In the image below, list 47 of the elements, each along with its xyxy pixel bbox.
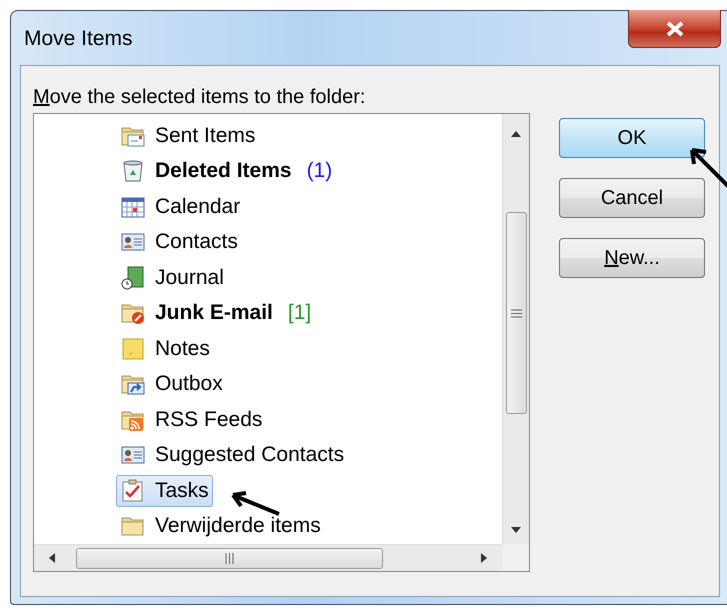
scroll-down-icon[interactable] xyxy=(510,526,522,534)
folder-item[interactable]: Junk E-mail [1] xyxy=(116,297,316,330)
dialog-button[interactable]: New... xyxy=(559,238,705,278)
dialog-button[interactable]: OK xyxy=(559,118,705,158)
folder-name: Contacts xyxy=(155,230,238,254)
folder-name: RSS Feeds xyxy=(155,408,262,432)
folder-name: Calendar xyxy=(155,194,240,219)
note-icon xyxy=(120,336,146,362)
folder-name: Notes xyxy=(155,336,210,361)
folder-item[interactable]: Verwijderde items xyxy=(116,510,325,542)
dialog-button[interactable]: Cancel xyxy=(559,178,705,218)
folder-name: Tasks xyxy=(155,478,209,503)
grip-icon xyxy=(510,308,522,318)
folder-item[interactable]: Deleted Items (1) xyxy=(116,155,336,188)
folder-name: Suggested Contacts xyxy=(155,443,344,468)
folder-item[interactable]: Notes xyxy=(116,332,214,365)
folder-name: Outbox xyxy=(155,372,223,396)
folder-name: Junk E-mail xyxy=(155,301,273,326)
folder-item[interactable]: Contacts xyxy=(116,226,242,258)
folder-item[interactable]: Outbox xyxy=(116,368,227,400)
scroll-thumb[interactable] xyxy=(76,548,383,568)
scroll-left-icon[interactable] xyxy=(48,552,56,564)
folder-item[interactable]: Suggested Contacts xyxy=(116,439,348,472)
folder-item[interactable]: Tasks xyxy=(116,474,213,507)
scroll-right-icon[interactable] xyxy=(480,552,488,564)
pointer-arrow-icon xyxy=(230,490,280,516)
folder-name: Verwijderde items xyxy=(155,514,321,538)
folder-name: Deleted Items xyxy=(155,159,292,184)
journal-icon xyxy=(120,264,146,291)
folder-item[interactable]: Calendar xyxy=(116,190,244,223)
folder-name: Journal xyxy=(155,266,224,290)
folder-name: Sent Items xyxy=(155,124,256,148)
scrollbar-corner xyxy=(502,544,529,571)
window-title: Move Items xyxy=(24,27,133,51)
folder-item[interactable]: RSS Feeds xyxy=(116,404,266,436)
grip-icon xyxy=(225,552,234,564)
folder-item[interactable]: Sent Items xyxy=(116,120,260,152)
unread-count: (1) xyxy=(306,159,332,184)
close-button[interactable] xyxy=(628,10,721,48)
scroll-up-icon[interactable] xyxy=(510,130,522,138)
scroll-thumb[interactable] xyxy=(506,212,526,414)
unread-count: [1] xyxy=(288,301,312,326)
folder-prompt: Move the selected items to the folder: xyxy=(33,86,366,109)
vertical-scrollbar[interactable] xyxy=(502,114,529,544)
folder-item[interactable]: Journal xyxy=(116,262,228,294)
horizontal-scrollbar[interactable] xyxy=(34,544,502,571)
pointer-arrow-icon xyxy=(688,146,727,188)
